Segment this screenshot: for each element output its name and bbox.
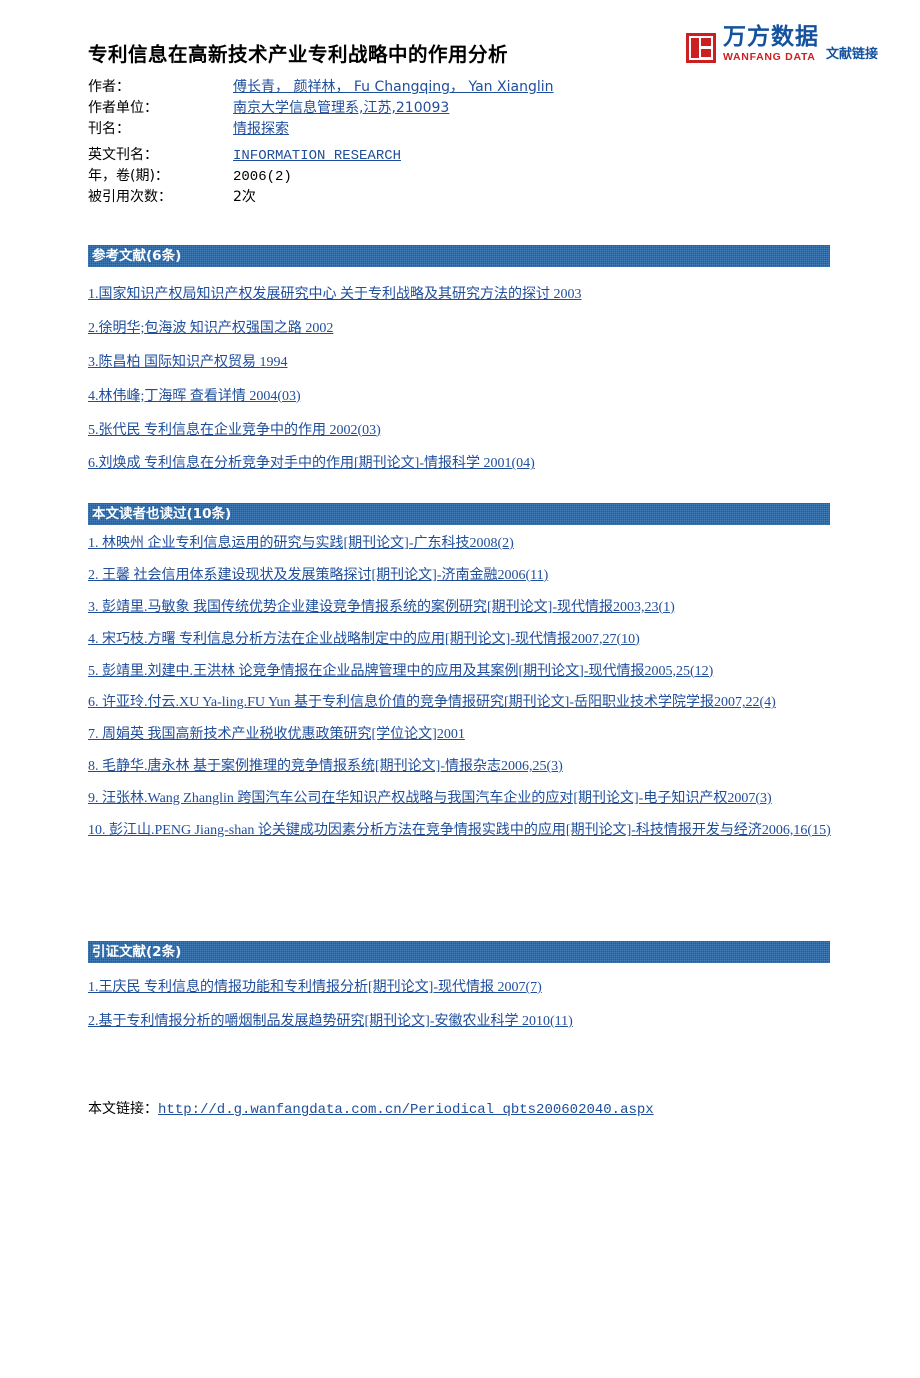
metadata-label-author: 作者： [88,79,130,95]
page-title: 专利信息在高新技术产业专利战略中的作用分析 [88,43,509,66]
metadata-label-journal: 刊名： [88,121,130,137]
list-item[interactable]: 8. 毛静华.唐永林 基于案例推理的竞争情报系统[期刊论文]-情报杂志2006,… [88,757,848,777]
logo-tagline: 文献链接 [825,46,878,62]
list-item[interactable]: 4. 宋巧枝.方曙 专利信息分析方法在企业战略制定中的应用[期刊论文]-现代情报… [88,630,848,650]
metadata-value-journal-en[interactable]: INFORMATION RESEARCH [233,148,401,164]
metadata-value-year-volume: 2006(2) [233,169,292,185]
list-item[interactable]: 3. 彭靖里.马敏象 我国传统优势企业建设竞争情报系统的案例研究[期刊论文]-现… [88,598,848,618]
list-item[interactable]: 10. 彭江山.PENG Jiang-shan 论关键成功因素分析方法在竞争情报… [88,821,848,841]
list-item[interactable]: 2. 王馨 社会信用体系建设现状及发展策略探讨[期刊论文]-济南金融2006(1… [88,566,848,586]
list-item[interactable]: 1. 林映州 企业专利信息运用的研究与实践[期刊论文]-广东科技2008(2) [88,534,848,554]
list-item[interactable]: 7. 周娟英 我国高新技术产业税收优惠政策研究[学位论文]2001 [88,725,848,745]
list-item[interactable]: 6.刘焕成 专利信息在分析竞争对手中的作用[期刊论文]-情报科学 2001(04… [88,454,848,474]
section-header-also-read: 本文读者也读过(10条) [88,503,830,525]
list-item[interactable]: 3.陈昌柏 国际知识产权贸易 1994 [88,353,848,373]
list-item[interactable]: 1.国家知识产权局知识产权发展研究中心 关于专利战略及其研究方法的探讨 2003 [88,285,848,305]
metadata-label-year-volume: 年，卷(期)： [88,168,169,184]
list-item[interactable]: 2.基于专利情报分析的嚼烟制品发展趋势研究[期刊论文]-安徽农业科学 2010(… [88,1012,848,1032]
article-permalink: 本文链接：http://d.g.wanfangdata.com.cn/Perio… [88,1098,654,1118]
metadata-value-journal[interactable]: 情报探索 [233,118,289,138]
wanfang-square-logo-icon [685,32,716,63]
metadata-row-author: 作者： 傅长青， 颜祥林， Fu Changqing， Yan Xianglin [88,76,553,97]
list-item[interactable]: 2.徐明华;包海波 知识产权强国之路 2002 [88,319,848,339]
also-read-list: 1. 林映州 企业专利信息运用的研究与实践[期刊论文]-广东科技2008(2) … [88,534,848,853]
logo-english-name: WANFANG DATA [722,51,816,63]
metadata-label-journal-en: 英文刊名： [88,147,158,163]
list-item[interactable]: 9. 汪张林.Wang Zhanglin 跨国汽车公司在华知识产权战略与我国汽车… [88,789,848,809]
list-item[interactable]: 5. 彭靖里.刘建中.王洪林 论竞争情报在企业品牌管理中的应用及其案例[期刊论文… [88,662,848,682]
document-page: 万方数据 WANFANG DATA 文献链接 专利信息在高新技术产业专利战略中的… [0,0,920,1378]
metadata-value-affiliation[interactable]: 南京大学信息管理系,江苏,210093 [233,97,449,117]
list-item[interactable]: 6. 许亚玲.付云.XU Ya-ling.FU Yun 基于专利信息价值的竞争情… [88,693,848,713]
metadata-row-journal-en: 英文刊名： INFORMATION RESEARCH [88,144,553,165]
logo-chinese-name: 万方数据 [722,24,819,50]
list-item[interactable]: 5.张代民 专利信息在企业竞争中的作用 2002(03) [88,421,848,441]
references-list: 1.国家知识产权局知识产权发展研究中心 关于专利战略及其研究方法的探讨 2003… [88,285,848,488]
metadata-label-affiliation: 作者单位： [88,100,158,116]
metadata-row-cited-count: 被引用次数： 2次 [88,186,553,207]
list-item[interactable]: 4.林伟峰;丁海晖 查看详情 2004(03) [88,387,848,407]
metadata-row-affiliation: 作者单位： 南京大学信息管理系,江苏,210093 [88,97,553,118]
metadata-value-cited-count: 2次 [233,189,256,205]
metadata-label-cited-count: 被引用次数： [88,189,172,205]
metadata-value-author[interactable]: 傅长青， 颜祥林， Fu Changqing， Yan Xianglin [233,76,553,96]
permalink-url[interactable]: http://d.g.wanfangdata.com.cn/Periodical… [158,1102,654,1118]
metadata-row-journal: 刊名： 情报探索 [88,118,553,144]
logo-wordmark: 万方数据 WANFANG DATA [723,26,819,63]
permalink-label: 本文链接： [88,1101,158,1117]
wanfang-logo: 万方数据 WANFANG DATA 文献链接 [685,26,878,63]
article-metadata: 作者： 傅长青， 颜祥林， Fu Changqing， Yan Xianglin… [88,76,553,207]
metadata-row-year-volume: 年，卷(期)： 2006(2) [88,165,553,186]
section-header-citing: 引证文献(2条) [88,941,830,963]
section-header-references: 参考文献(6条) [88,245,830,267]
list-item[interactable]: 1.王庆民 专利信息的情报功能和专利情报分析[期刊论文]-现代情报 2007(7… [88,978,848,998]
citing-list: 1.王庆民 专利信息的情报功能和专利情报分析[期刊论文]-现代情报 2007(7… [88,978,848,1046]
